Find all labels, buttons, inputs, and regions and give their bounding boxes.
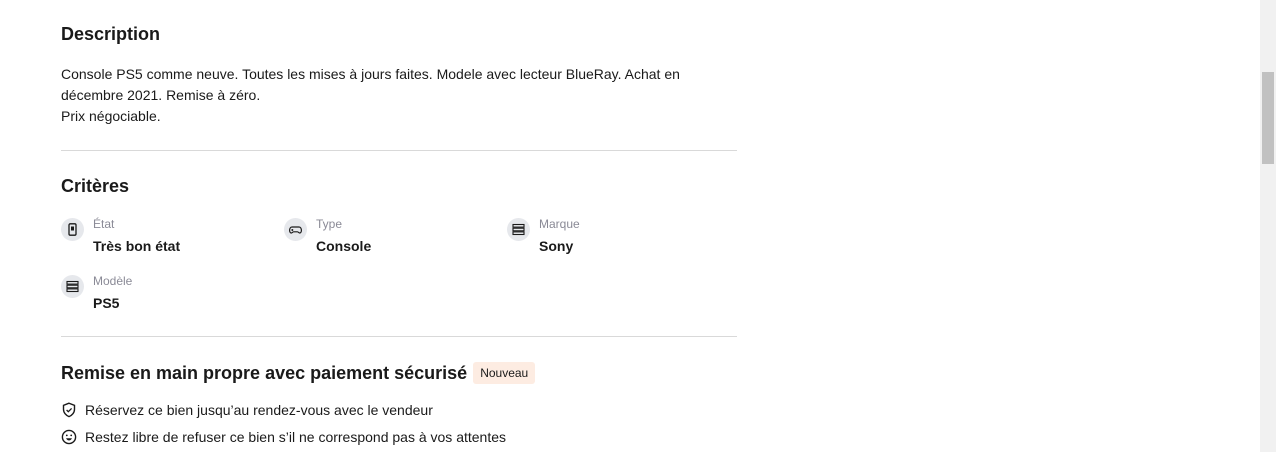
shield-icon bbox=[62, 402, 76, 418]
scrollbar-thumb[interactable] bbox=[1262, 72, 1274, 164]
criteria-value: Console bbox=[316, 238, 372, 254]
criteria-title: Critères bbox=[61, 176, 130, 196]
remise-title: Remise en main propre avec paiement sécu… bbox=[61, 362, 468, 383]
benefit-text: Restez libre de refuser ce bien s’il ne … bbox=[85, 429, 507, 445]
smiley-icon bbox=[61, 429, 77, 445]
criteria-label: Modèle bbox=[93, 274, 133, 288]
criteria-item-marque: Marque Sony bbox=[507, 216, 580, 257]
benefit-item: Réservez ce bien jusqu’au rendez-vous av… bbox=[61, 402, 433, 418]
criteria-label: Type bbox=[316, 217, 343, 231]
criteria-item-etat: État Très bon état bbox=[61, 216, 180, 257]
new-badge: Nouveau bbox=[473, 362, 536, 384]
gamepad-icon bbox=[284, 218, 307, 241]
criteria-value: Sony bbox=[539, 238, 574, 254]
criteria-value: Très bon état bbox=[93, 238, 181, 254]
criteria-item-type: Type Console bbox=[284, 216, 371, 257]
scrollbar[interactable] bbox=[1260, 0, 1276, 452]
benefit-item: Restez libre de refuser ce bien s’il ne … bbox=[61, 429, 506, 445]
description-text: Console PS5 comme neuve. Toutes les mise… bbox=[61, 66, 680, 124]
page: Description Console PS5 comme neuve. Tou… bbox=[0, 0, 1276, 452]
list-icon bbox=[507, 218, 530, 241]
criteria-label: Marque bbox=[539, 217, 580, 231]
remise-header: Remise en main propre avec paiement sécu… bbox=[61, 362, 536, 384]
description-title: Description bbox=[61, 24, 161, 44]
divider bbox=[61, 336, 737, 337]
list-icon bbox=[61, 275, 84, 298]
criteria-label: État bbox=[93, 217, 115, 231]
criteria-value: PS5 bbox=[93, 295, 120, 311]
benefit-text: Réservez ce bien jusqu’au rendez-vous av… bbox=[85, 402, 433, 418]
criteria-item-modele: Modèle PS5 bbox=[61, 273, 132, 314]
phone-condition-icon bbox=[61, 218, 84, 241]
divider bbox=[61, 150, 737, 151]
